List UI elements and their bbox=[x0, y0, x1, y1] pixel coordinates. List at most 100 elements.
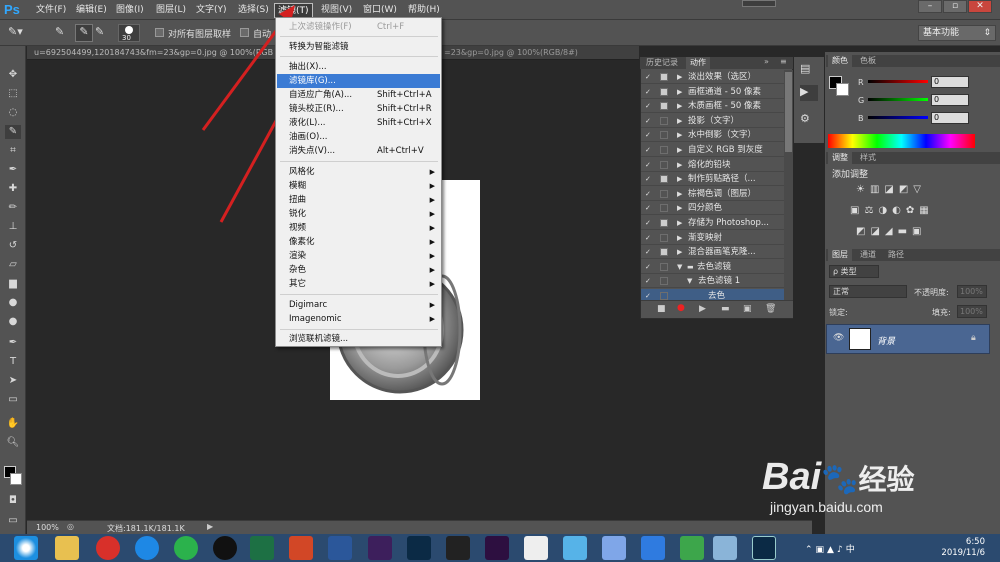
action-row[interactable]: ✓ ▶ 存储为 Photoshop... bbox=[641, 216, 784, 230]
menu-item-lens-correction[interactable]: 镜头校正(R)... Shift+Ctrl+R bbox=[277, 102, 440, 116]
add-to-selection-icon[interactable]: ✎ bbox=[75, 24, 93, 42]
layer-row-background[interactable]: 👁︎ 背景 🔒︎ bbox=[826, 324, 990, 354]
menu-help[interactable]: 帮助(H) bbox=[405, 3, 443, 18]
dialog-toggle-icon[interactable] bbox=[660, 73, 668, 81]
app2-icon[interactable] bbox=[680, 536, 704, 560]
excel-icon[interactable] bbox=[250, 536, 274, 560]
expand-triangle-icon[interactable]: ▶ bbox=[677, 70, 682, 84]
action-row[interactable]: ✓ ▶ 制作剪贴路径（... bbox=[641, 172, 784, 187]
checkmark-icon[interactable]: ✓ bbox=[645, 161, 653, 169]
tab-color[interactable]: 颜色 bbox=[828, 55, 852, 67]
close-button[interactable]: ✕ bbox=[968, 0, 992, 13]
menu-item-other[interactable]: 其它 ▶ bbox=[277, 277, 440, 291]
action-row[interactable]: ✓ ▶ 水中倒影（文字） bbox=[641, 128, 784, 143]
expand-triangle-icon[interactable]: ▼ bbox=[677, 260, 682, 274]
zoom-tool-icon[interactable]: 🔍︎ bbox=[5, 436, 21, 450]
type-tool-icon[interactable]: T bbox=[5, 355, 21, 369]
menu-item-sharpen[interactable]: 锐化 ▶ bbox=[277, 207, 440, 221]
tab-history[interactable]: 历史记录 bbox=[642, 57, 682, 69]
media-player-icon[interactable] bbox=[446, 536, 470, 560]
tab-channels[interactable]: 通道 bbox=[856, 249, 880, 261]
tab-actions[interactable]: 动作 bbox=[686, 57, 710, 69]
menu-item-pixelate[interactable]: 像素化 ▶ bbox=[277, 235, 440, 249]
adjustment-icons-row-1[interactable]: ☀▥◪◩▽ bbox=[856, 184, 926, 195]
path-selection-icon[interactable]: ➤ bbox=[5, 374, 21, 388]
dialog-toggle-icon[interactable] bbox=[660, 204, 668, 213]
expand-triangle-icon[interactable]: ▶ bbox=[677, 187, 682, 201]
play-icon[interactable]: ▶ bbox=[699, 304, 706, 314]
menu-item-imagenomic[interactable]: Imagenomic ▶ bbox=[277, 312, 440, 326]
move-tool-icon[interactable]: ✥ bbox=[5, 68, 21, 82]
collapse-icon[interactable]: » bbox=[764, 57, 769, 66]
expand-triangle-icon[interactable]: ▶ bbox=[677, 158, 682, 172]
dialog-toggle-icon[interactable] bbox=[660, 160, 668, 169]
menu-edit[interactable]: 编辑(E) bbox=[73, 3, 110, 18]
action-row[interactable]: ✓ ▶ 四分颜色 bbox=[641, 201, 784, 216]
quick-selection-tool-icon[interactable]: ✎ bbox=[5, 125, 21, 139]
blend-mode-select[interactable]: 正常 bbox=[829, 285, 907, 298]
expand-triangle-icon[interactable]: ▶ bbox=[677, 216, 682, 230]
expand-triangle-icon[interactable]: ▼ bbox=[687, 274, 692, 288]
menu-window[interactable]: 窗口(W) bbox=[360, 3, 400, 18]
menu-item-digimarc[interactable]: Digimarc ▶ bbox=[277, 298, 440, 312]
checkmark-icon[interactable]: ✓ bbox=[645, 88, 653, 96]
feishu-icon[interactable] bbox=[602, 536, 626, 560]
menu-item-vanishing-point[interactable]: 消失点(V)... Alt+Ctrl+V bbox=[277, 144, 440, 158]
checkmark-icon[interactable]: ✓ bbox=[645, 117, 653, 125]
subtract-selection-icon[interactable]: ✎ bbox=[95, 25, 113, 41]
channel-b-slider[interactable] bbox=[868, 116, 928, 119]
checkmark-icon[interactable]: ✓ bbox=[645, 175, 653, 183]
qq-icon[interactable] bbox=[213, 536, 237, 560]
sample-all-layers-checkbox[interactable] bbox=[155, 28, 164, 37]
marquee-tool-icon[interactable]: ⬚ bbox=[5, 87, 21, 101]
properties-panel-icon[interactable]: ⚙ bbox=[800, 112, 818, 128]
action-row[interactable]: ✓ ▶ 熔化的铅块 bbox=[641, 158, 784, 172]
tab-paths[interactable]: 路径 bbox=[884, 249, 908, 261]
menu-item-convert-smart-filter[interactable]: 转换为智能滤镜 bbox=[277, 40, 440, 54]
document-tab-title-right[interactable]: =23&gp=0.jpg @ 100%(RGB/8#) bbox=[444, 48, 578, 57]
gradient-tool-icon[interactable]: ▆ bbox=[5, 277, 21, 291]
channel-b-value[interactable]: 0 bbox=[931, 112, 969, 124]
checkmark-icon[interactable]: ✓ bbox=[645, 131, 653, 139]
history-brush-icon[interactable]: ↺ bbox=[5, 239, 21, 253]
workspace-select[interactable]: 基本功能 ⇕ bbox=[918, 25, 996, 41]
menu-item-browse-online-filters[interactable]: 浏览联机滤镜... bbox=[277, 332, 440, 346]
tab-swatches[interactable]: 色板 bbox=[856, 55, 880, 67]
tencent-icon[interactable] bbox=[563, 536, 587, 560]
dialog-toggle-icon[interactable] bbox=[660, 87, 668, 96]
background-color-swatch[interactable] bbox=[836, 83, 849, 96]
trash-icon[interactable]: 🗑︎ bbox=[765, 304, 776, 314]
stop-icon[interactable]: ■ bbox=[657, 304, 666, 314]
expand-triangle-icon[interactable]: ▶ bbox=[677, 231, 682, 245]
dialog-toggle-icon[interactable] bbox=[660, 102, 668, 111]
pen-tool-icon[interactable]: ✒ bbox=[5, 336, 21, 350]
expand-triangle-icon[interactable]: ▶ bbox=[677, 172, 682, 186]
after-effects-icon[interactable] bbox=[368, 536, 392, 560]
word-icon[interactable] bbox=[328, 536, 352, 560]
action-row[interactable]: ✓ ▶ 渐变映射 bbox=[641, 231, 784, 245]
expand-triangle-icon[interactable]: ▶ bbox=[677, 128, 682, 142]
dialog-toggle-icon[interactable] bbox=[660, 146, 668, 154]
expand-triangle-icon[interactable]: ▶ bbox=[677, 201, 682, 215]
checkmark-icon[interactable]: ✓ bbox=[645, 292, 653, 300]
dodge-tool-icon[interactable]: ● bbox=[5, 315, 21, 329]
app-icon[interactable] bbox=[641, 536, 665, 560]
menu-item-filter-gallery[interactable]: 滤镜库(G)... bbox=[277, 74, 440, 88]
menu-file[interactable]: 文件(F) bbox=[33, 3, 69, 18]
menu-item-adaptive-wide-angle[interactable]: 自适应广角(A)... Shift+Ctrl+A bbox=[277, 88, 440, 102]
checkmark-icon[interactable]: ✓ bbox=[645, 277, 653, 285]
adjustment-icons-row-3[interactable]: ◩◪◢▬▣ bbox=[856, 226, 926, 237]
menu-item-distort[interactable]: 扭曲 ▶ bbox=[277, 193, 440, 207]
menu-item-oil-paint[interactable]: 油画(O)... bbox=[277, 130, 440, 144]
checkmark-icon[interactable]: ✓ bbox=[645, 146, 653, 154]
checkmark-icon[interactable]: ✓ bbox=[645, 263, 653, 271]
action-row[interactable]: ✓ ▶ 淡出效果（选区） bbox=[641, 70, 784, 84]
tab-adjustments[interactable]: 调整 bbox=[828, 152, 852, 164]
app3-icon[interactable] bbox=[713, 536, 737, 560]
dialog-toggle-icon[interactable] bbox=[660, 292, 668, 300]
minimize-button[interactable]: – bbox=[918, 0, 942, 13]
action-row[interactable]: ✓ ▶ 投影（文字） bbox=[641, 114, 784, 128]
clone-stamp-icon[interactable]: ⊥ bbox=[5, 220, 21, 234]
taskbar-clock[interactable]: 6:50 2019/11/6 bbox=[930, 537, 985, 559]
eraser-tool-icon[interactable]: ▱ bbox=[5, 258, 21, 272]
